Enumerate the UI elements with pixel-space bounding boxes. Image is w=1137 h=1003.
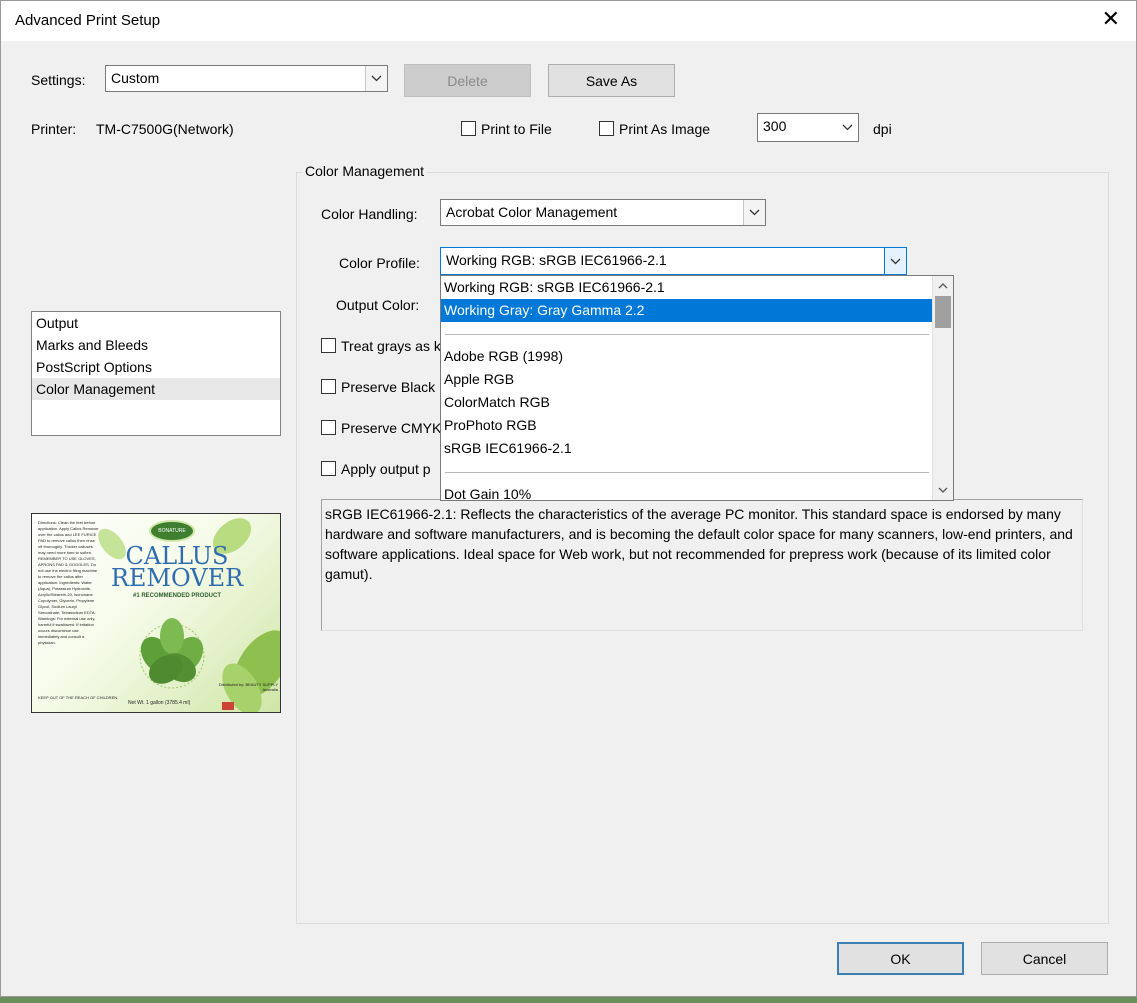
scroll-down-icon[interactable]	[933, 480, 953, 500]
color-handling-value: Acrobat Color Management	[446, 204, 618, 220]
print-as-image-checkbox[interactable]	[599, 121, 614, 136]
color-profile-select[interactable]: Working RGB: sRGB IEC61966-2.1	[440, 247, 907, 275]
dpi-select[interactable]: 300	[757, 113, 859, 142]
dpi-value: 300	[763, 118, 787, 134]
chevron-down-icon	[743, 200, 765, 225]
preserve-cmyk-checkbox[interactable]	[321, 420, 336, 435]
preserve-black-checkbox[interactable]	[321, 379, 336, 394]
printer-name: TM-C7500G(Network)	[96, 121, 234, 137]
apply-output-checkbox[interactable]	[321, 461, 336, 476]
profile-option-highlighted[interactable]: Working Gray: Gray Gamma 2.2	[441, 299, 933, 322]
cancel-button[interactable]: Cancel	[981, 942, 1108, 975]
dropdown-scrollbar[interactable]	[932, 276, 953, 500]
section-item-color-management[interactable]: Color Management	[32, 378, 280, 400]
profile-option[interactable]: Adobe RGB (1998)	[441, 345, 933, 368]
dpi-unit: dpi	[873, 121, 892, 137]
group-title: Color Management	[302, 163, 428, 179]
section-item-marks-and-bleeds[interactable]: Marks and Bleeds	[32, 334, 280, 356]
preserve-cmyk-label: Preserve CMYK	[341, 420, 442, 436]
printer-label: Printer:	[31, 121, 77, 137]
settings-value: Custom	[111, 70, 160, 86]
color-handling-label: Color Handling:	[321, 206, 418, 222]
profile-option[interactable]: Dot Gain 10%	[441, 483, 933, 500]
profile-option[interactable]: Apple RGB	[441, 368, 933, 391]
preview-keep-out: KEEP OUT OF THE REACH OF CHILDREN.	[38, 695, 119, 700]
save-as-button[interactable]: Save As	[548, 64, 675, 97]
section-item-postscript-options[interactable]: PostScript Options	[32, 356, 280, 378]
treat-grays-checkbox[interactable]	[321, 338, 336, 353]
title-bar: Advanced Print Setup ✕	[1, 1, 1136, 41]
profile-option[interactable]: Working RGB: sRGB IEC61966-2.1	[441, 276, 933, 299]
close-icon[interactable]: ✕	[1102, 9, 1120, 31]
profile-option[interactable]: ProPhoto RGB	[441, 414, 933, 437]
dropdown-separator	[445, 472, 929, 473]
ok-button[interactable]: OK	[837, 942, 964, 975]
apply-output-label: Apply output p	[341, 461, 431, 477]
preview-directions-text: Directions: Clean the feet before applic…	[38, 520, 99, 645]
print-as-image-label: Print As Image	[619, 121, 711, 137]
advanced-print-setup-dialog: Advanced Print Setup ✕ Settings: Custom …	[0, 0, 1137, 997]
color-profile-label: Color Profile:	[339, 255, 420, 271]
scrollbar-thumb[interactable]	[935, 296, 951, 328]
dialog-title: Advanced Print Setup	[15, 12, 161, 29]
dropdown-separator	[445, 334, 929, 335]
print-to-file-label: Print to File	[481, 121, 552, 137]
chevron-down-icon	[884, 248, 906, 274]
chevron-down-icon	[836, 114, 858, 141]
color-handling-select[interactable]: Acrobat Color Management	[440, 199, 766, 226]
preview-net-weight: Net Wt. 1 gallon (3785.4 ml)	[128, 700, 191, 706]
section-list: Output Marks and Bleeds PostScript Optio…	[31, 311, 281, 436]
preview-logo: BONATURE	[149, 520, 195, 542]
print-to-file-checkbox[interactable]	[461, 121, 476, 136]
profile-description: sRGB IEC61966-2.1: Reflects the characte…	[321, 499, 1083, 631]
settings-label: Settings:	[31, 72, 86, 88]
color-profile-dropdown-list: Working RGB: sRGB IEC61966-2.1 Working G…	[440, 275, 954, 501]
treat-grays-label: Treat grays as k	[341, 338, 441, 354]
section-item-output[interactable]: Output	[32, 312, 280, 334]
profile-option[interactable]: sRGB IEC61966-2.1	[441, 437, 933, 460]
page-preview: Directions: Clean the feet before applic…	[31, 513, 281, 713]
preview-subtitle: #1 RECOMMENDED PRODUCT	[132, 593, 221, 599]
profile-option[interactable]: ColorMatch RGB	[441, 391, 933, 414]
preserve-black-label: Preserve Black	[341, 379, 436, 395]
delete-button[interactable]: Delete	[404, 64, 531, 97]
scroll-up-icon[interactable]	[933, 276, 953, 296]
color-profile-value: Working RGB: sRGB IEC61966-2.1	[446, 252, 667, 268]
preview-distributor: Distributed by: BEAUTY SUPPLY Australia	[218, 682, 278, 692]
preview-title-line2: REMOVER	[110, 564, 244, 592]
chevron-down-icon	[365, 66, 387, 91]
output-color-label: Output Color:	[336, 297, 420, 313]
settings-select[interactable]: Custom	[105, 65, 388, 92]
